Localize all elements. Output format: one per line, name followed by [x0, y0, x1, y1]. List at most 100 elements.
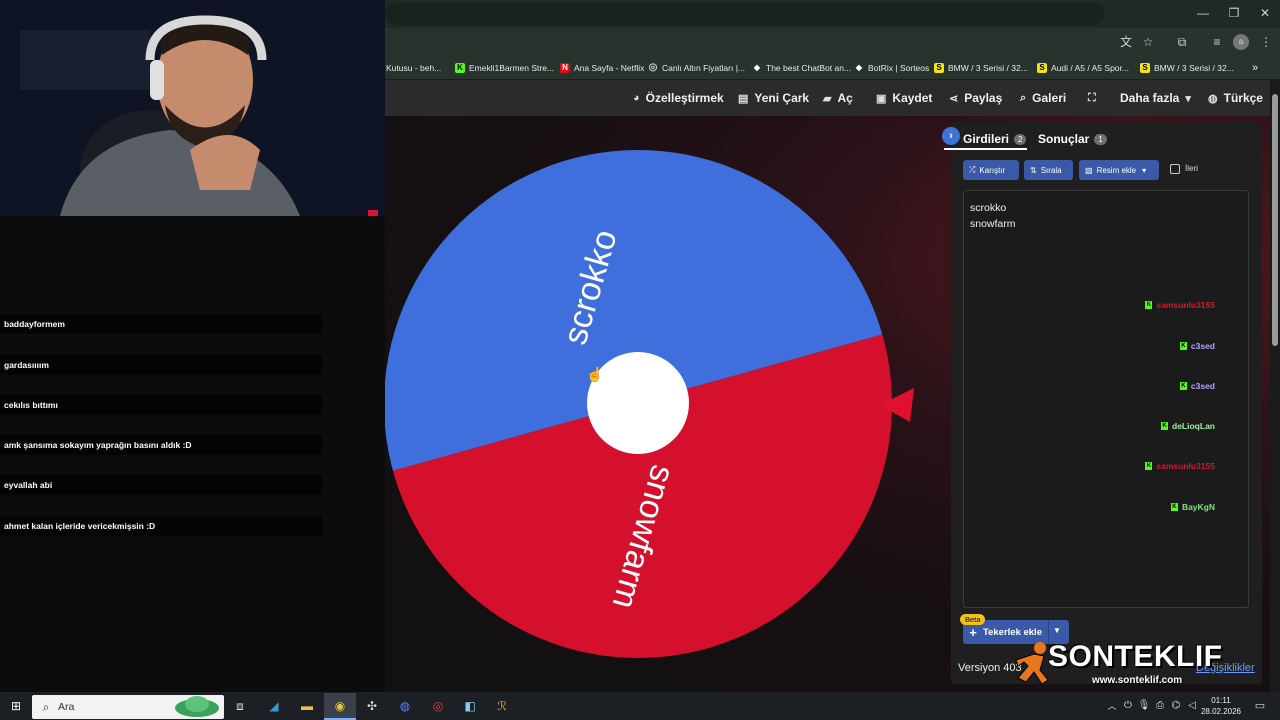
- extensions-icon[interactable]: ⧉: [1174, 34, 1190, 50]
- entries-textarea[interactable]: scrokko snowfarm: [963, 190, 1249, 608]
- folder-icon: ▰: [823, 92, 832, 105]
- chat-message: baddayformem: [0, 314, 322, 334]
- chat-message: gardasıııım: [0, 355, 322, 375]
- reading-list-icon[interactable]: ≡: [1209, 34, 1225, 50]
- clock-date: 28.02.2026: [1200, 707, 1242, 716]
- bookmark-label: BotRix | Sorteos: [868, 63, 930, 73]
- new-wheel-button[interactable]: ▤ Yeni Çark: [738, 90, 809, 106]
- tab-label: Sonuçlar: [1038, 132, 1090, 146]
- palette-icon: ◕: [633, 92, 640, 104]
- spin-wheel[interactable]: scrokko snowfarm: [382, 148, 894, 660]
- bookmark-label: Ana Sayfa - Netflix: [574, 63, 645, 73]
- microphone-icon[interactable]: 🎙: [1136, 698, 1152, 714]
- bookmark-item[interactable]: S BMW / 3 Serisi / 32...: [934, 61, 1028, 75]
- tab-results[interactable]: Sonuçlar 1: [1038, 130, 1107, 148]
- file-icon: ▤: [738, 92, 749, 105]
- bookmark-item[interactable]: K Emekli1Barmen Stre...: [455, 61, 554, 75]
- sort-button[interactable]: ⇅ Sırala: [1024, 160, 1073, 180]
- tray-icon[interactable]: ⎙: [1152, 698, 1168, 714]
- notifications-icon[interactable]: ▭: [1252, 698, 1268, 714]
- netflix-icon: N: [560, 63, 570, 73]
- network-icon[interactable]: ⌬: [1168, 698, 1184, 714]
- app-icon[interactable]: ◢: [266, 698, 282, 714]
- nav-label: Daha fazla: [1120, 91, 1180, 105]
- close-icon[interactable]: ✕: [1250, 6, 1280, 22]
- app-icon[interactable]: ◧: [462, 698, 478, 714]
- bookmark-item[interactable]: Kutusu - beh...: [386, 61, 441, 75]
- profile-avatar[interactable]: a: [1233, 34, 1249, 50]
- username-text: deLioqLan: [1172, 421, 1215, 431]
- obs-icon[interactable]: ◎: [430, 698, 446, 714]
- bookmark-item[interactable]: S Audi / A5 / A5 Spor...: [1037, 61, 1129, 75]
- tray-icon[interactable]: ⏻: [1120, 698, 1136, 714]
- plus-icon: +: [969, 624, 977, 640]
- app-icon[interactable]: ℛ: [494, 698, 510, 714]
- bookmark-item[interactable]: S BMW / 3 Serisi / 32...: [1140, 61, 1234, 75]
- shuffle-button[interactable]: ⤮ Karıştır: [963, 160, 1019, 180]
- nav-label: Yeni Çark: [754, 91, 810, 105]
- more-bookmarks-button[interactable]: »: [1252, 61, 1258, 75]
- more-menu-button[interactable]: Daha fazla ▾: [1120, 90, 1191, 106]
- taskbar-clock[interactable]: 01:11 28.02.2026: [1200, 695, 1242, 717]
- bookmark-item[interactable]: ◆ The best ChatBot an...: [752, 61, 851, 75]
- chevron-down-icon[interactable]: ▼: [1053, 626, 1061, 635]
- save-button[interactable]: ▣ Kaydet: [876, 90, 932, 106]
- scrollbar-thumb[interactable]: [1272, 94, 1278, 346]
- windows-start-icon[interactable]: ⊞: [8, 698, 24, 714]
- advanced-label: İleri: [1185, 164, 1198, 173]
- username-text: BayKgN: [1181, 502, 1215, 512]
- bookmark-item[interactable]: ◎ Canlı Altın Fiyatları |...: [648, 61, 745, 75]
- more-bookmarks-label: »: [1252, 62, 1259, 74]
- chat-message: amk şansıma sokayım yaprağın basını aldı…: [0, 435, 322, 455]
- webcam-overlay: [0, 0, 385, 216]
- app-icon[interactable]: ✣: [364, 698, 380, 714]
- restore-icon[interactable]: ❐: [1219, 6, 1249, 22]
- brand-url: www.sonteklif.com: [1092, 675, 1183, 686]
- bookmark-label: Audi / A5 / A5 Spor...: [1051, 63, 1129, 73]
- volume-icon[interactable]: ◁: [1184, 698, 1200, 714]
- chat-username: KdeLioqLan: [1161, 420, 1215, 432]
- minimize-icon[interactable]: —: [1188, 6, 1218, 22]
- username-text: samsunlu3155: [1156, 461, 1215, 471]
- collapse-panel-icon[interactable]: ›: [942, 127, 960, 145]
- username-text: samsunlu3155: [1156, 300, 1215, 310]
- discord-icon[interactable]: ◍: [397, 698, 413, 714]
- share-button[interactable]: ⋖ Paylaş: [949, 90, 1002, 106]
- add-image-button[interactable]: ▨ Resim ekle ▾: [1079, 160, 1159, 180]
- bookmark-item[interactable]: N Ana Sayfa - Netflix: [560, 61, 644, 75]
- active-tab-indicator: [944, 148, 1027, 150]
- search-icon: ⌕: [1020, 91, 1027, 104]
- language-button[interactable]: ◍ Türkçe: [1208, 90, 1263, 106]
- url-field[interactable]: [385, 3, 1105, 25]
- search-placeholder: Ara: [58, 701, 75, 713]
- chrome-icon: ◉: [334, 699, 346, 713]
- bookmark-label: BMW / 3 Serisi / 32...: [948, 63, 1028, 73]
- advanced-checkbox[interactable]: [1170, 164, 1180, 174]
- search-highlight-icon: [175, 696, 219, 717]
- star-icon[interactable]: ☆: [1140, 34, 1156, 50]
- customize-button[interactable]: ◕ Özelleştirmek: [633, 90, 724, 106]
- bookmark-item[interactable]: ◆ BotRix | Sorteos: [854, 61, 929, 75]
- chat-username: Kc3sed: [1179, 340, 1215, 352]
- clock-time: 01:11: [1211, 696, 1231, 705]
- nav-label: Galeri: [1032, 91, 1067, 105]
- tray-expand-icon[interactable]: ︿: [1104, 698, 1120, 714]
- task-view-icon[interactable]: ⧈: [232, 698, 248, 714]
- diamond-icon: ◆: [855, 63, 863, 72]
- s-icon: S: [1037, 63, 1047, 73]
- translate-icon[interactable]: 文: [1118, 34, 1134, 50]
- search-icon: ⌕: [42, 700, 50, 714]
- open-button[interactable]: ▰ Aç: [823, 90, 853, 106]
- gallery-button[interactable]: ⌕ Galeri: [1020, 90, 1066, 106]
- add-wheel-label: Tekerlek ekle: [983, 626, 1042, 638]
- diamond-icon: ◆: [753, 63, 761, 72]
- nav-label: Paylaş: [964, 91, 1003, 105]
- wheel-pointer-icon: [880, 388, 914, 422]
- fullscreen-button[interactable]: ⛶: [1088, 90, 1096, 106]
- menu-icon[interactable]: ⋮: [1258, 34, 1274, 50]
- nav-label: Özelleştirmek: [645, 91, 724, 105]
- bookmark-label: BMW / 3 Serisi / 32...: [1154, 63, 1234, 73]
- kick-badge-icon: K: [1145, 301, 1153, 309]
- file-explorer-icon[interactable]: ▬: [299, 698, 315, 714]
- tab-entries[interactable]: Girdileri 2: [963, 130, 1027, 148]
